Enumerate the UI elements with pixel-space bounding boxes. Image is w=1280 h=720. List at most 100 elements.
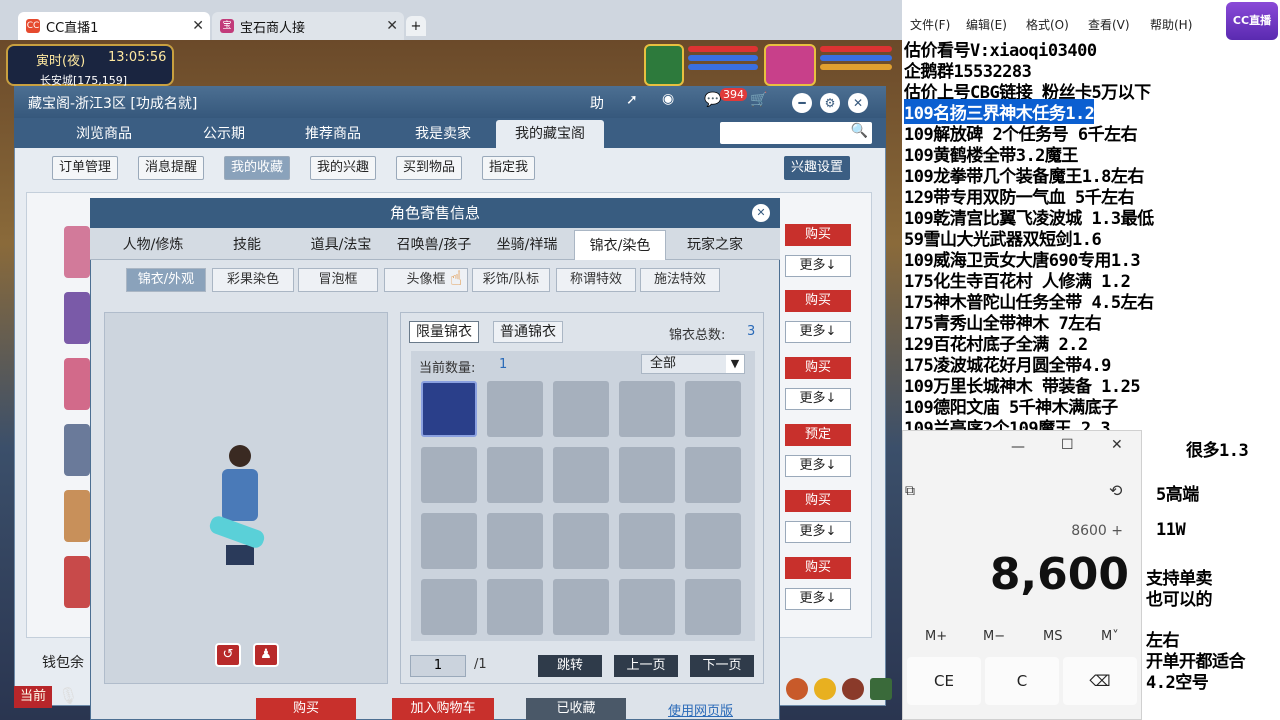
player-portrait[interactable] [764,44,816,86]
note-fragment: 很多1.3 [1186,441,1249,461]
list-item-avatar[interactable] [64,556,90,608]
shortcut-icon[interactable] [786,678,808,700]
limited-outfit-button[interactable]: 限量锦衣 [409,321,479,343]
tab-character[interactable]: 人物/修炼 [108,230,198,260]
chip-bubble[interactable]: 冒泡框 [298,268,378,292]
more-button[interactable]: 更多↓ [785,455,851,477]
chip-dye[interactable]: 彩果染色 [212,268,294,292]
chevron-down-icon[interactable]: ▼ [726,355,744,373]
reserve-button[interactable]: 预定 [785,424,851,446]
minimize-icon[interactable]: ━ [792,93,812,113]
jump-button[interactable]: 跳转 [538,655,602,677]
more-button[interactable]: 更多↓ [785,255,851,277]
interest-settings-button[interactable]: 兴趣设置 [784,156,851,180]
buy-button[interactable]: 购买 [785,357,851,379]
nav-seller[interactable]: 我是卖家 [388,120,498,148]
list-item-avatar[interactable] [64,424,90,476]
close-icon[interactable]: ✕ [1111,437,1123,453]
menu-help[interactable]: 帮助(H) [1150,16,1192,33]
message-reminder-button[interactable]: 消息提醒 [138,156,205,180]
pet-portrait[interactable] [644,44,684,86]
search-input[interactable]: 🔍 [720,122,872,144]
memory-add-button[interactable]: M+ [925,629,947,644]
list-item-avatar[interactable] [64,358,90,410]
next-page-button[interactable]: 下一页 [690,655,754,677]
normal-outfit-button[interactable]: 普通锦衣 [493,321,563,343]
history-icon[interactable]: ⟲ [1109,481,1122,500]
search-icon[interactable]: 🔍 [851,123,868,139]
filter-select[interactable]: 全部 ▼ [641,354,745,374]
order-management-button[interactable]: 订单管理 [52,156,119,180]
chip-title-effect[interactable]: 称谓特效 [556,268,636,292]
tab-cc-live[interactable]: CC CC直播1 ✕ [18,12,210,40]
buy-button[interactable]: 购买 [785,557,851,579]
my-interests-button[interactable]: 我的兴趣 [310,156,377,180]
pose-icon[interactable]: ♟ [253,643,279,667]
clear-button[interactable]: C [985,657,1059,705]
tab-gem-merchant[interactable]: 宝 宝石商人接 ✕ [212,12,404,40]
list-item-avatar[interactable] [64,490,90,542]
chip-outfit[interactable]: 锦衣/外观 [126,268,206,292]
tab-home[interactable]: 玩家之家 [670,230,760,260]
bought-items-button[interactable]: 买到物品 [396,156,463,180]
more-button[interactable]: 更多↓ [785,588,851,610]
web-version-link[interactable]: 使用网页版 [668,700,733,720]
message-icon[interactable]: 💬 [704,92,721,108]
buy-button[interactable]: 购买 [785,290,851,312]
maximize-icon[interactable]: ☐ [1061,437,1074,453]
menu-format[interactable]: 格式(O) [1026,16,1069,33]
prev-page-button[interactable]: 上一页 [614,655,678,677]
tab-pets[interactable]: 召唤兽/孩子 [386,230,482,260]
help-button[interactable]: 助 [590,93,604,113]
add-to-cart-button[interactable]: 加入购物车 [392,698,494,720]
new-tab-button[interactable]: + [406,16,426,36]
nav-browse[interactable]: 浏览商品 [54,120,154,148]
tab-outfits[interactable]: 锦衣/染色 [574,230,666,260]
keep-on-top-icon[interactable]: ⧉ [905,483,915,499]
close-icon[interactable]: ✕ [848,93,868,113]
close-icon[interactable]: ✕ [752,204,770,222]
close-icon[interactable]: ✕ [386,18,398,34]
memory-store-button[interactable]: MS [1043,629,1062,644]
rotate-icon[interactable]: ↺ [215,643,241,667]
list-item-avatar[interactable] [64,292,90,344]
list-item-avatar[interactable] [64,226,90,278]
memory-list-button[interactable]: M˅ [1101,629,1119,644]
menu-view[interactable]: 查看(V) [1088,16,1130,33]
nav-recommended[interactable]: 推荐商品 [278,120,388,148]
nav-public[interactable]: 公示期 [174,120,274,148]
shortcut-icon[interactable] [870,678,892,700]
record-icon[interactable]: ◉ [662,91,674,107]
memory-subtract-button[interactable]: M− [983,629,1005,644]
smiley-icon[interactable] [814,678,836,700]
more-button[interactable]: 更多↓ [785,388,851,410]
menu-file[interactable]: 文件(F) [910,16,950,33]
backspace-icon[interactable]: ⌫ [1063,657,1137,705]
my-favorites-button[interactable]: 我的收藏 [224,156,291,180]
tab-skills[interactable]: 技能 [202,230,292,260]
buy-button[interactable]: 购买 [785,224,851,246]
settings-icon[interactable]: ⚙ [820,93,840,113]
clear-entry-button[interactable]: CE [907,657,981,705]
menu-edit[interactable]: 编辑(E) [966,16,1007,33]
outfit-item[interactable] [421,381,477,437]
cart-icon[interactable]: 🛒 [750,92,767,108]
more-button[interactable]: 更多↓ [785,521,851,543]
designated-me-button[interactable]: 指定我 [482,156,536,180]
more-button[interactable]: 更多↓ [785,321,851,343]
buy-button[interactable]: 购买 [256,698,356,720]
shortcut-icon[interactable] [842,678,864,700]
buy-button[interactable]: 购买 [785,490,851,512]
tab-items[interactable]: 道具/法宝 [296,230,386,260]
tab-mounts[interactable]: 坐骑/祥瑞 [482,230,572,260]
nav-my-pavilion[interactable]: 我的藏宝阁 [496,120,604,148]
minimize-icon[interactable]: — [1011,439,1025,455]
microphone-icon[interactable]: 🎙 [58,686,78,705]
favorited-button[interactable]: 已收藏 [526,698,626,720]
current-channel[interactable]: 当前 [14,686,52,708]
chip-cast-effect[interactable]: 施法特效 [640,268,720,292]
page-input[interactable]: 1 [410,655,466,677]
chip-team-badge[interactable]: 彩饰/队标 [472,268,550,292]
close-icon[interactable]: ✕ [192,18,204,34]
share-icon[interactable]: ➚ [626,92,638,108]
